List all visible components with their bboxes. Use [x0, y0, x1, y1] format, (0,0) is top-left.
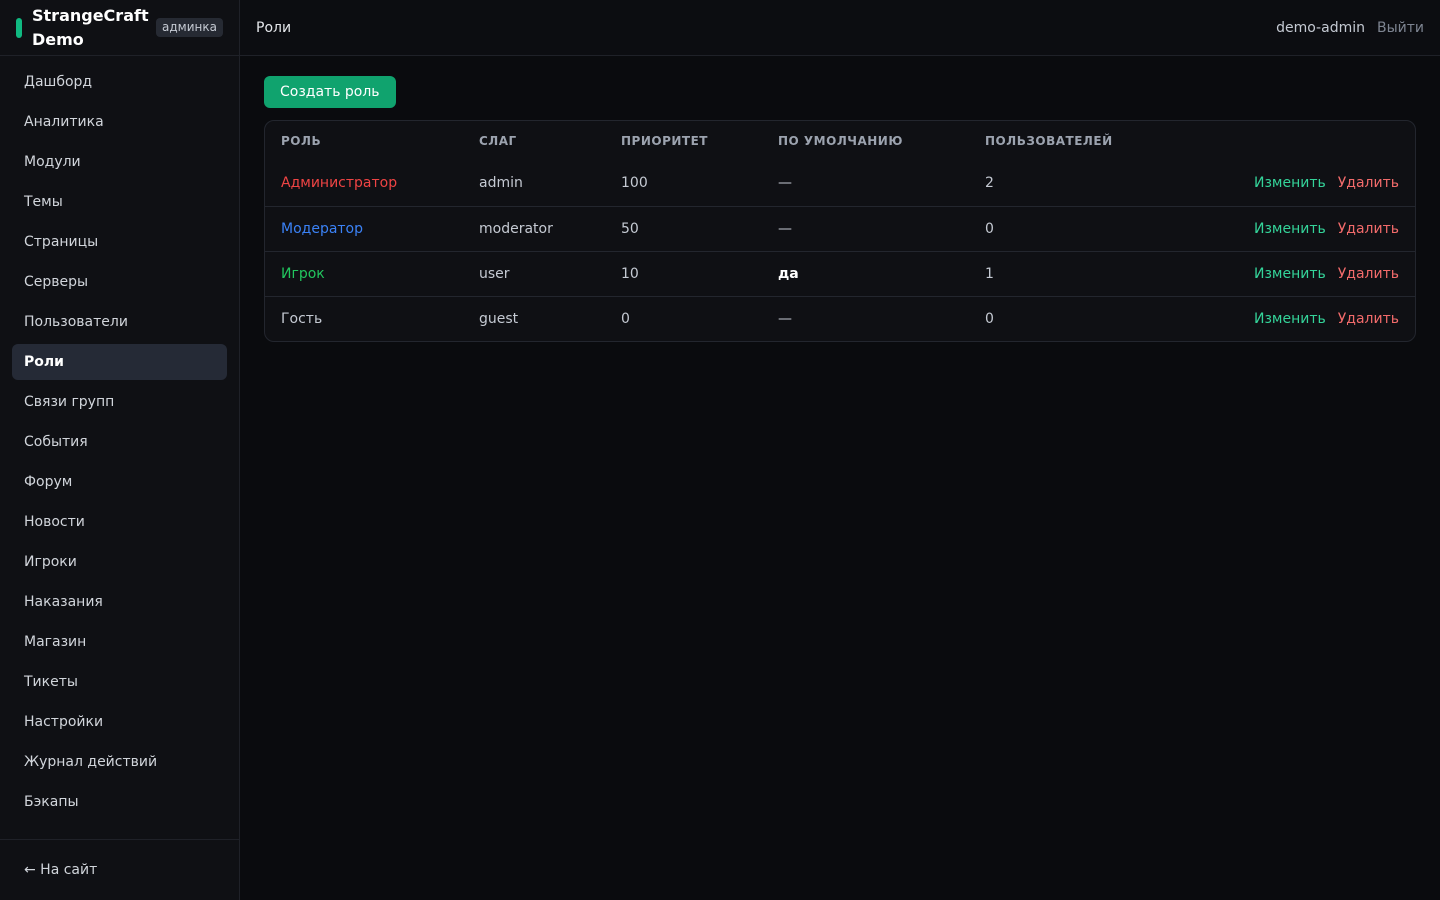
sidebar-item[interactable]: Роли: [12, 344, 227, 380]
column-header-users: ПОЛЬЗОВАТЕЛЕЙ: [985, 134, 1113, 148]
role-default: —: [762, 206, 969, 252]
roles-table: РОЛЬ СЛАГ ПРИОРИТЕТ ПО УМОЛЧАНИЮ ПОЛЬЗОВ…: [265, 121, 1415, 341]
sidebar-item[interactable]: Дашборд: [12, 64, 227, 100]
brand-name-line2: Demo: [32, 29, 84, 49]
delete-role-link[interactable]: Удалить: [1338, 311, 1399, 327]
role-name: Модератор: [265, 206, 463, 252]
role-slug: guest: [479, 310, 519, 327]
delete-role-link[interactable]: Удалить: [1338, 221, 1399, 237]
roles-table-card: РОЛЬ СЛАГ ПРИОРИТЕТ ПО УМОЛЧАНИЮ ПОЛЬЗОВ…: [264, 120, 1416, 342]
main-content: Создать роль РОЛЬ СЛАГ ПРИОРИТЕТ ПО УМОЛ…: [264, 76, 1416, 342]
sidebar-item[interactable]: Пользователи: [12, 304, 227, 340]
sidebar-item[interactable]: Наказания: [12, 584, 227, 620]
brand-name[interactable]: StrangeCraft Demo: [32, 4, 154, 52]
sidebar-item[interactable]: Новости: [12, 504, 227, 540]
brand-name-line1: StrangeCraft: [32, 5, 149, 25]
sidebar-item[interactable]: Журнал действий: [12, 744, 227, 780]
role-priority: 10: [605, 251, 762, 297]
row-actions: Изменить Удалить: [1169, 206, 1415, 252]
column-header-role: РОЛЬ: [281, 134, 322, 148]
delete-role-link[interactable]: Удалить: [1338, 175, 1399, 191]
column-header-default: ПО УМОЛЧАНИЮ: [778, 134, 903, 148]
role-priority: 50: [605, 206, 762, 252]
top-header: Роли demo-admin Выйти: [240, 0, 1440, 56]
admin-badge: админка: [156, 18, 223, 37]
row-actions: Изменить Удалить: [1169, 251, 1415, 297]
sidebar-item[interactable]: Магазин: [12, 624, 227, 660]
role-user-count: 2: [969, 161, 1169, 207]
edit-role-link[interactable]: Изменить: [1254, 221, 1326, 237]
sidebar-item[interactable]: Форум: [12, 464, 227, 500]
row-actions: Изменить Удалить: [1169, 161, 1415, 207]
role-slug: admin: [463, 161, 605, 207]
role-slug: user: [463, 251, 605, 297]
column-header-actions: [1169, 121, 1415, 161]
sidebar-item[interactable]: Тикеты: [12, 664, 227, 700]
role-user-count: 0: [985, 310, 994, 327]
role-user-count: 1: [969, 251, 1169, 297]
role-default: —: [778, 310, 792, 327]
role-default: да: [762, 251, 969, 297]
sidebar-item[interactable]: Серверы: [12, 264, 227, 300]
sidebar-item[interactable]: Темы: [12, 184, 227, 220]
table-row: Администратор admin 100—2 Изменить Удалить: [265, 161, 1415, 207]
delete-role-link[interactable]: Удалить: [1338, 266, 1399, 282]
role-slug: moderator: [463, 206, 605, 252]
sidebar-item[interactable]: Аналитика: [12, 104, 227, 140]
table-header-row: РОЛЬ СЛАГ ПРИОРИТЕТ ПО УМОЛЧАНИЮ ПОЛЬЗОВ…: [265, 121, 1415, 161]
create-role-button[interactable]: Создать роль: [264, 76, 396, 108]
sidebar-item[interactable]: Страницы: [12, 224, 227, 260]
sidebar-nav: Дашборд Аналитика Модули Темы Страницы Сервер…: [0, 56, 239, 820]
brand-accent-bar: [16, 17, 22, 38]
role-default: —: [762, 161, 969, 207]
table-row: Игрок user 10 да 1 Изменить Удалить: [265, 251, 1415, 297]
role-name: Гость: [281, 310, 323, 327]
column-header-slug: СЛАГ: [479, 134, 517, 148]
sidebar-item[interactable]: Игроки: [12, 544, 227, 580]
sidebar: StrangeCraft Demo админка Дашборд Аналити…: [0, 0, 240, 900]
sidebar-item[interactable]: Бэкапы: [12, 784, 227, 820]
role-user-count: 0: [969, 206, 1169, 252]
column-header-priority: ПРИОРИТЕТ: [621, 134, 708, 148]
back-to-site-link[interactable]: ← На сайт: [0, 839, 239, 900]
role-priority: 0: [621, 310, 630, 327]
edit-role-link[interactable]: Изменить: [1254, 311, 1326, 327]
sidebar-item[interactable]: Настройки: [12, 704, 227, 740]
sidebar-item[interactable]: Модули: [12, 144, 227, 180]
page-title: Роли: [256, 19, 292, 36]
logout-link[interactable]: Выйти: [1377, 20, 1424, 36]
table-row: Гость guest 0 — 0 Изменить Удалить: [265, 296, 1415, 341]
sidebar-item[interactable]: Связи групп: [12, 384, 227, 420]
header-user-area: demo-admin Выйти: [1276, 20, 1424, 36]
role-name: Игрок: [265, 251, 463, 297]
edit-role-link[interactable]: Изменить: [1254, 175, 1326, 191]
table-row: Модератор moderator 50—0 Изменить Удалить: [265, 206, 1415, 252]
role-name: Администратор: [265, 161, 463, 207]
brand: StrangeCraft Demo админка: [0, 0, 239, 56]
role-priority: 100: [605, 161, 762, 207]
username: demo-admin: [1276, 19, 1365, 36]
row-actions: Изменить Удалить: [1169, 296, 1415, 341]
edit-role-link[interactable]: Изменить: [1254, 266, 1326, 282]
sidebar-item[interactable]: События: [12, 424, 227, 460]
